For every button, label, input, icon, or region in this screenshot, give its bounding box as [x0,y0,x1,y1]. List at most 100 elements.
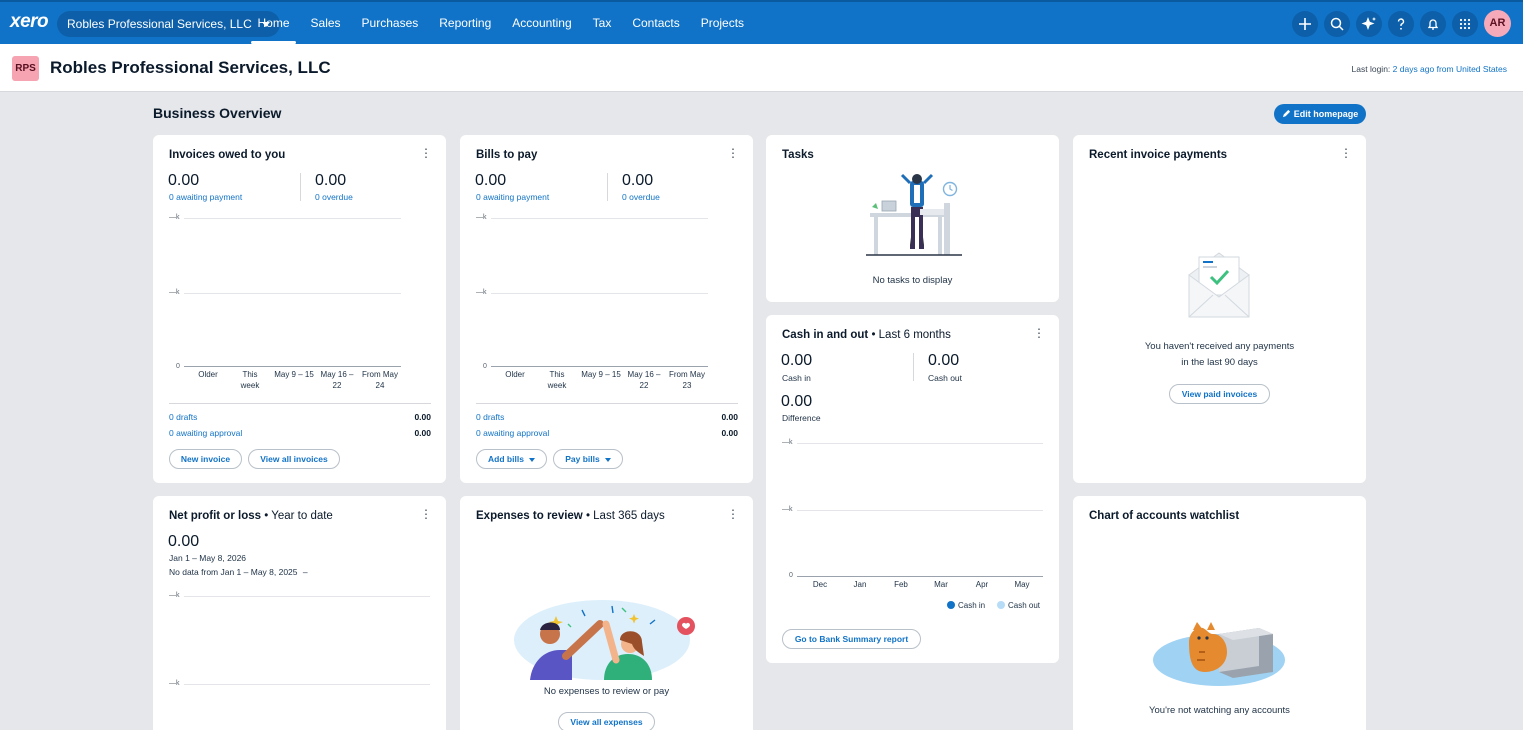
nav-accounting[interactable]: Accounting [502,2,582,44]
profit-card: Net profit or loss • Year to date ⋮ 0.00… [153,496,446,730]
more-options-icon[interactable]: ⋮ [727,508,739,520]
invoices-drafts-link[interactable]: 0 drafts [169,412,197,422]
divider [300,173,301,201]
bills-awaiting-link[interactable]: 0 awaiting payment [476,192,549,202]
nav-actions: AR [1292,10,1511,37]
bills-overdue-link[interactable]: 0 overdue [622,192,660,202]
profit-range: Jan 1 – May 8, 2026 [169,553,247,563]
more-options-icon[interactable]: ⋮ [1033,327,1045,339]
y-tick: —k [169,592,180,599]
edit-homepage-button[interactable]: Edit homepage [1274,104,1366,124]
chevron-down-icon [528,457,535,462]
x-axis [491,366,708,367]
cash-card: Cash in and out • Last 6 months ⋮ 0.00 C… [766,315,1059,663]
expenses-card: Expenses to review • Last 365 days ⋮ No … [460,496,753,730]
gridline [797,510,1043,511]
tasks-title: Tasks [782,149,814,161]
bills-approval-link[interactable]: 0 awaiting approval [476,428,549,438]
view-all-expenses-button[interactable]: View all expenses [558,712,655,730]
divider [476,403,738,404]
nav-home[interactable]: Home [247,2,300,44]
add-bills-button[interactable]: Add bills [476,449,547,469]
bills-title: Bills to pay [476,149,538,161]
invoices-awaiting-link[interactable]: 0 awaiting payment [169,192,242,202]
sparkle-icon[interactable] [1356,10,1382,37]
envelope-check-illustration [1188,252,1250,318]
expenses-title-sub: • Last 365 days [582,510,665,522]
x-label: This week [547,370,567,390]
gridline [184,684,430,685]
cat-in-box-illustration [1153,622,1285,686]
invoices-overdue-link[interactable]: 0 overdue [315,192,353,202]
x-label: Mar [934,580,948,589]
divider [169,403,431,404]
nav-sales[interactable]: Sales [300,2,351,44]
y-tick: —k [782,506,793,513]
more-options-icon[interactable]: ⋮ [420,147,432,159]
nav-purchases[interactable]: Purchases [351,2,429,44]
more-options-icon[interactable]: ⋮ [1340,147,1352,159]
expenses-title: Expenses to review • Last 365 days [476,510,665,522]
bills-card: Bills to pay ⋮ 0.00 0 awaiting payment 0… [460,135,753,483]
more-options-icon[interactable]: ⋮ [727,147,739,159]
x-label: This week [240,370,260,390]
bills-drafts-value: 0.00 [721,412,738,422]
gridline [491,293,708,294]
help-icon[interactable] [1388,10,1414,37]
xero-logo[interactable]: xero [10,11,49,33]
plus-icon[interactable] [1292,10,1318,37]
last-login-label: Last login: [1351,64,1391,74]
last-login-link[interactable]: 2 days ago from United States [1393,64,1507,74]
bell-icon[interactable] [1420,10,1446,37]
apps-grid-icon[interactable] [1452,10,1478,37]
nav-reporting[interactable]: Reporting [429,2,502,44]
x-label: May 16 – 22 [320,370,354,390]
view-all-invoices-button[interactable]: View all invoices [248,449,340,469]
bills-overdue-amount: 0.00 [622,172,654,189]
org-title: Robles Professional Services, LLC [50,58,331,77]
bank-summary-button[interactable]: Go to Bank Summary report [782,629,921,649]
invoices-overdue-amount: 0.00 [315,172,347,189]
gridline [184,596,430,597]
y-tick: 0 [789,572,793,579]
x-label: From May 24 [362,370,398,390]
invoices-title: Invoices owed to you [169,149,286,161]
x-label: Apr [975,580,989,589]
search-icon[interactable] [1324,10,1350,37]
watchlist-empty-text: You're not watching any accounts [1149,705,1290,716]
cash-out-label: Cash out [928,373,963,383]
invoices-card: Invoices owed to you ⋮ 0.00 0 awaiting p… [153,135,446,483]
nav-projects[interactable]: Projects [690,2,754,44]
org-header: RPS Robles Professional Services, LLC La… [0,44,1523,92]
nav-tax[interactable]: Tax [582,2,622,44]
legend-cash-in: Cash in [958,601,986,610]
y-tick: 0 [176,363,180,370]
pay-bills-button[interactable]: Pay bills [553,449,623,469]
nav-contacts[interactable]: Contacts [622,2,690,44]
high-five-illustration [514,600,695,680]
recent-empty-line2: in the last 90 days [1181,357,1258,368]
top-nav: xero Robles Professional Services, LLC H… [0,0,1523,44]
invoices-approval-link[interactable]: 0 awaiting approval [169,428,242,438]
chevron-down-icon [604,457,611,462]
x-label: May [1014,580,1030,589]
x-axis [797,576,1043,577]
y-tick: —k [169,289,180,296]
recent-empty-line1: You haven't received any payments [1144,341,1295,352]
user-avatar[interactable]: AR [1484,10,1511,37]
more-options-icon[interactable]: ⋮ [420,508,432,520]
bills-drafts-link[interactable]: 0 drafts [476,412,504,422]
divider [607,173,608,201]
x-label: May 9 – 15 [274,370,314,379]
profit-amount: 0.00 [168,533,200,550]
view-paid-invoices-button[interactable]: View paid invoices [1169,384,1270,404]
new-invoice-button[interactable]: New invoice [169,449,242,469]
add-bills-label: Add bills [488,454,524,464]
page-title: Business Overview [153,105,282,121]
legend-cash-in-dot [947,601,955,609]
profit-title: Net profit or loss • Year to date [169,510,333,522]
watchlist-card: Chart of accounts watchlist You're not w… [1073,496,1366,730]
x-label: Older [505,370,525,379]
recent-payments-card: Recent invoice payments ⋮ You haven't re… [1073,135,1366,483]
x-label: Older [198,370,218,379]
